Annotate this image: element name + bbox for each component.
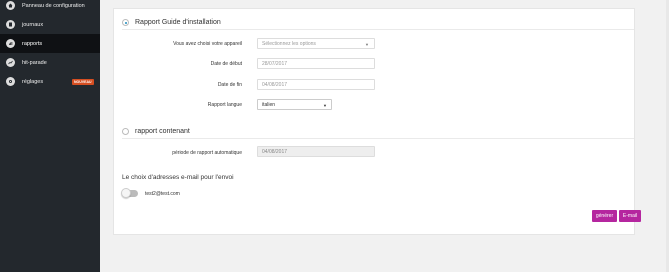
sidebar-item-reports[interactable]: rapports (0, 34, 100, 53)
trend-icon (6, 58, 15, 67)
report-containing-title: rapport contenant (135, 128, 190, 135)
email-address: test2@test.com (145, 191, 180, 197)
gear-icon (6, 77, 15, 86)
report-panel: Rapport Guide d'installation Vous avez c… (113, 8, 641, 235)
email-button[interactable]: E-mail (619, 210, 641, 222)
language-label: Rapport langue (207, 102, 242, 108)
report-containing-header[interactable]: rapport contenant (122, 128, 190, 135)
sidebar: Panneau de configuration journaux rappor… (0, 0, 100, 272)
start-date-label: Date de début (210, 61, 242, 67)
sidebar-item-logs[interactable]: journaux (0, 15, 100, 34)
divider (122, 138, 634, 139)
auto-period-field: 04/08/2017 (257, 146, 375, 157)
sidebar-item-label: rapports (22, 40, 43, 47)
email-toggle[interactable] (121, 188, 131, 198)
generate-button[interactable]: générer (592, 210, 617, 222)
start-date-field[interactable]: 28/07/2017 (257, 58, 375, 69)
language-select-value: italien (262, 101, 276, 108)
divider (122, 29, 634, 30)
home-icon (6, 1, 15, 10)
end-date-label: Date de fin (217, 82, 242, 88)
sidebar-item-dashboard[interactable]: Panneau de configuration (0, 0, 100, 15)
device-label: Vous avez choisi votre appareil (173, 41, 242, 47)
sidebar-item-label: journaux (22, 21, 44, 28)
report-guide-header[interactable]: Rapport Guide d'installation (122, 19, 221, 26)
sidebar-item-hit-parade[interactable]: hit-parade (0, 53, 100, 72)
sidebar-item-label: Panneau de configuration (22, 2, 85, 9)
end-date-field[interactable]: 04/08/2017 (257, 79, 375, 90)
report-icon (6, 39, 15, 48)
report-guide-title: Rapport Guide d'installation (135, 19, 221, 26)
sidebar-item-label: réglages (22, 78, 44, 85)
new-badge: NOUVEAU (72, 79, 94, 85)
sidebar-item-label: hit-parade (22, 59, 47, 66)
auto-period-label: période de rapport automatique (172, 150, 242, 156)
device-select-placeholder: Sélectionnez les options (262, 40, 316, 47)
sidebar-item-settings[interactable]: réglages NOUVEAU (0, 72, 100, 91)
chevron-down-icon: ▼ (365, 42, 369, 47)
document-icon (6, 20, 15, 29)
report-guide-radio[interactable] (122, 19, 129, 26)
device-select[interactable]: Sélectionnez les options ▼ (257, 38, 375, 49)
email-section-title: Le choix d'adresses e-mail pour l'envoi (122, 174, 234, 181)
language-select[interactable]: italien ▼ (257, 99, 332, 110)
chevron-down-icon: ▼ (323, 103, 327, 108)
report-containing-radio[interactable] (122, 128, 129, 135)
